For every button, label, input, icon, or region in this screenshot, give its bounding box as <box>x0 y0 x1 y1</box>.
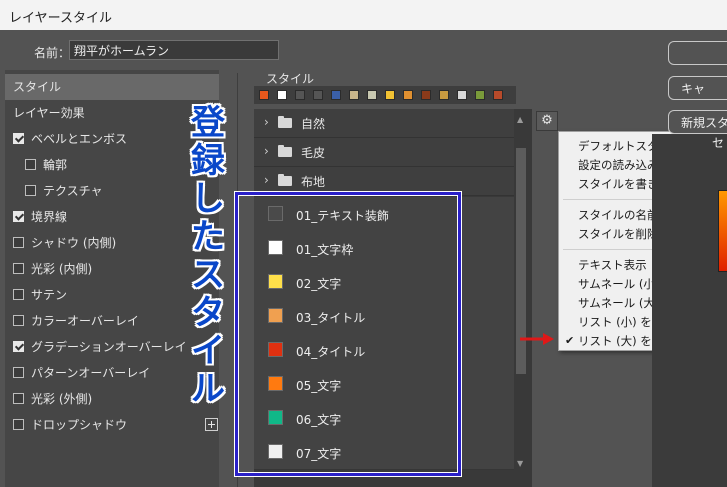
name-label: 名前： <box>34 46 71 60</box>
checkbox[interactable] <box>13 393 24 404</box>
checkbox[interactable] <box>13 237 24 248</box>
sidebar-item-label: 輪郭 <box>43 158 68 172</box>
ok-button[interactable] <box>668 41 727 65</box>
checkbox[interactable] <box>25 159 36 170</box>
checkbox-checked[interactable] <box>13 133 24 144</box>
sidebar-item-label: テクスチャ <box>43 184 103 198</box>
folder-label: 自然 <box>301 117 326 131</box>
styles-title: スタイル <box>266 72 315 86</box>
checkbox[interactable] <box>13 367 24 378</box>
sidebar-item-label: グラデーションオーバーレイ <box>31 340 187 354</box>
recent-style-swatch[interactable] <box>493 90 503 100</box>
annotation-char: 録 <box>191 141 225 181</box>
sidebar-item[interactable]: ドロップシャドウ <box>5 412 219 438</box>
checkbox[interactable] <box>13 419 24 430</box>
recent-style-swatch[interactable] <box>385 90 395 100</box>
recent-style-swatch[interactable] <box>457 90 467 100</box>
recent-style-swatch[interactable] <box>259 90 269 100</box>
menu-item[interactable]: テキスト表示 <box>578 256 647 274</box>
recent-style-swatch[interactable] <box>367 90 377 100</box>
annotation-char: ス <box>191 255 225 295</box>
annotation-char: し <box>191 179 225 219</box>
scroll-down-icon[interactable]: ▼ <box>517 459 523 468</box>
recent-style-swatch[interactable] <box>475 90 485 100</box>
style-preview <box>718 190 727 272</box>
sidebar-item-label: 光彩 (内側) <box>31 262 93 276</box>
name-input[interactable]: 翔平がホームラン <box>69 40 279 60</box>
annotation-char: 登 <box>191 103 225 143</box>
add-effect-icon[interactable] <box>205 418 218 431</box>
sidebar-item-label: スタイル <box>13 80 62 94</box>
annotation-char: タ <box>191 293 225 333</box>
checkbox[interactable] <box>13 289 24 300</box>
annotation-char: た <box>191 217 225 257</box>
style-folder[interactable]: › 毛皮 <box>254 138 514 167</box>
checkbox[interactable] <box>13 263 24 274</box>
folder-icon <box>278 116 292 128</box>
chevron-right-icon[interactable]: › <box>264 173 269 187</box>
annotation-char: ル <box>191 369 225 409</box>
registered-styles-highlight <box>235 192 461 476</box>
recent-style-swatch[interactable] <box>277 90 287 100</box>
style-folder[interactable]: › 自然 <box>254 109 514 138</box>
folder-icon <box>278 145 292 157</box>
preview-label: セ <box>712 136 725 150</box>
checkbox[interactable] <box>25 185 36 196</box>
new-style-button[interactable]: 新規スタ <box>668 110 727 134</box>
sidebar-item-label: 光彩 (外側) <box>31 392 93 406</box>
sidebar-item-label: パターンオーバーレイ <box>31 366 151 380</box>
sidebar-item-label: ドロップシャドウ <box>31 418 128 432</box>
chevron-right-icon[interactable]: › <box>264 115 269 129</box>
sidebar-item-label: シャドウ (内側) <box>31 236 117 250</box>
checkbox-checked[interactable] <box>13 211 24 222</box>
title-bar: レイヤースタイル <box>0 0 727 30</box>
sidebar-item[interactable]: スタイル <box>5 74 219 100</box>
annotation-char: イ <box>191 331 225 371</box>
folder-label: 布地 <box>301 175 326 189</box>
sidebar-item-label: 境界線 <box>31 210 68 224</box>
checkbox-checked[interactable] <box>13 341 24 352</box>
chevron-right-icon[interactable]: › <box>264 144 269 158</box>
recent-style-swatch[interactable] <box>313 90 323 100</box>
recent-style-swatch[interactable] <box>295 90 305 100</box>
preview-panel <box>652 134 727 487</box>
sidebar-item-label: カラーオーバーレイ <box>31 314 139 328</box>
recent-style-swatch[interactable] <box>403 90 413 100</box>
recent-style-swatch[interactable] <box>421 90 431 100</box>
cancel-button[interactable]: キャ <box>668 76 727 100</box>
sidebar-item-label: サテン <box>31 288 68 302</box>
registered-styles-annotation: 登録したスタイル <box>186 104 230 408</box>
sidebar-item-label: ベベルとエンボス <box>31 132 128 146</box>
folder-icon <box>278 174 292 186</box>
sidebar-item-label: レイヤー効果 <box>13 106 85 120</box>
recent-style-swatch[interactable] <box>439 90 449 100</box>
recent-styles-bar <box>254 86 516 104</box>
recent-style-swatch[interactable] <box>349 90 359 100</box>
red-arrow-icon <box>520 333 554 345</box>
checkbox[interactable] <box>13 315 24 326</box>
window-title: レイヤースタイル <box>9 11 112 26</box>
checkmark-icon: ✔ <box>565 334 575 347</box>
gear-icon[interactable]: ⚙ <box>536 111 558 131</box>
scroll-up-icon[interactable]: ▲ <box>517 115 523 124</box>
folder-label: 毛皮 <box>301 146 326 160</box>
recent-style-swatch[interactable] <box>331 90 341 100</box>
